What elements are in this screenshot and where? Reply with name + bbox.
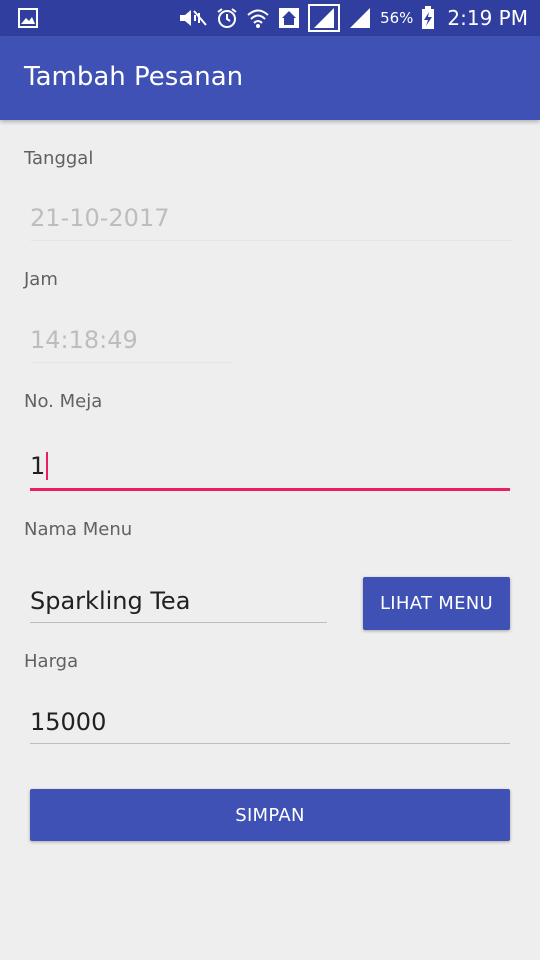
tanggal-label: Tanggal (24, 148, 94, 169)
nama-menu-input[interactable]: Sparkling Tea (30, 587, 190, 615)
mute-icon (180, 10, 207, 26)
jam-field: 14:18:49 (30, 326, 138, 354)
harga-underline (30, 743, 510, 744)
status-icons: 56% 2:19 PM (178, 0, 528, 36)
text-caret (46, 452, 49, 480)
signal-icon (350, 8, 371, 28)
clock: 2:19 PM (447, 6, 528, 30)
gallery-icon (18, 8, 38, 28)
jam-underline (30, 362, 234, 363)
harga-input[interactable]: 15000 (30, 708, 106, 736)
status-bar: 56% 2:19 PM (0, 0, 540, 36)
no-meja-input[interactable]: 1 (30, 452, 49, 480)
tanggal-underline (30, 240, 512, 241)
lihat-menu-button[interactable]: LIHAT MENU (363, 577, 510, 630)
battery-percent: 56% (380, 9, 414, 27)
battery-charging-icon (422, 6, 435, 29)
signal-icon (308, 4, 341, 32)
no-meja-underline (30, 488, 510, 491)
harga-label: Harga (24, 651, 79, 672)
no-meja-label: No. Meja (24, 391, 103, 412)
nama-menu-label: Nama Menu (24, 519, 133, 540)
jam-label: Jam (24, 269, 58, 290)
wifi-icon (247, 9, 269, 28)
tanggal-field: 21-10-2017 (30, 204, 170, 232)
home-icon (279, 8, 300, 28)
nama-menu-underline (30, 622, 327, 623)
no-meja-value: 1 (30, 452, 46, 480)
page-title: Tambah Pesanan (24, 62, 244, 92)
app-bar: Tambah Pesanan (0, 36, 540, 120)
alarm-icon (217, 8, 237, 28)
simpan-button[interactable]: SIMPAN (30, 789, 510, 841)
